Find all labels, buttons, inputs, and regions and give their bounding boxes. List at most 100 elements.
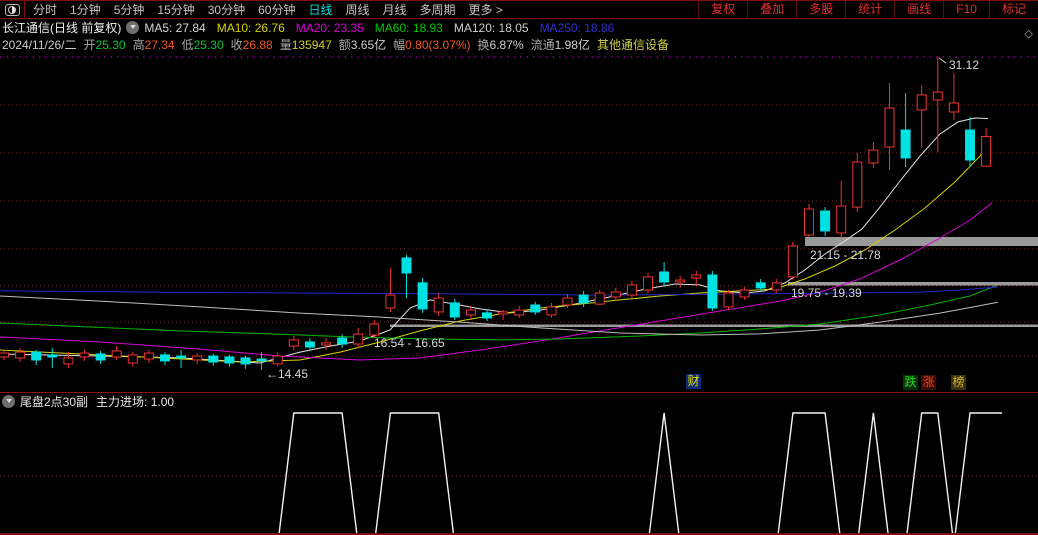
tab-0[interactable]: 分时 [33, 1, 57, 18]
candle-body[interactable] [273, 356, 282, 364]
candle-body[interactable] [692, 275, 701, 278]
candle-body[interactable] [756, 283, 765, 288]
candle-body[interactable] [853, 162, 862, 207]
quote-value: 6.87% [490, 38, 524, 52]
candle-body[interactable] [32, 352, 41, 360]
menu-item-4[interactable]: 画线 [894, 1, 943, 18]
candle-body[interactable] [531, 305, 540, 312]
candle-body[interactable] [563, 298, 572, 305]
candlestick-chart[interactable]: 21.15 - 21.7819.75 - 19.3916.54 - 16.653… [0, 55, 1038, 393]
candle-body[interactable] [676, 280, 685, 282]
indicator-subpanel[interactable]: 尾盘2点30副主力进场: 1.00 [0, 393, 1038, 535]
candle-body[interactable] [338, 338, 347, 344]
tab-4[interactable]: 30分钟 [208, 1, 245, 18]
tab-10[interactable]: 更多 > [469, 1, 503, 18]
quote-value: 2024/11/26/二 [2, 38, 77, 52]
candle-body[interactable] [128, 355, 137, 363]
candle-body[interactable] [48, 355, 57, 357]
collapse-chevron-icon[interactable] [126, 21, 139, 34]
candle-body[interactable] [869, 150, 878, 163]
quote-item-10: 其他通信设备 [597, 38, 669, 52]
quote-label: 流通 [531, 38, 555, 52]
candle-body[interactable] [885, 108, 894, 147]
finance-badge[interactable]: 财 [686, 374, 701, 389]
gap-label: 21.15 - 21.78 [810, 248, 881, 262]
tab-6[interactable]: 日线 [308, 1, 332, 18]
candle-body[interactable] [161, 355, 170, 361]
tab-9[interactable]: 多周期 [420, 1, 456, 18]
tab-7[interactable]: 周线 [345, 1, 369, 18]
candle-body[interactable] [322, 343, 331, 345]
candle-body[interactable] [418, 283, 427, 309]
candle-body[interactable] [193, 356, 202, 360]
candle-body[interactable] [515, 310, 524, 315]
candle-body[interactable] [112, 351, 121, 357]
ranking-button[interactable]: 榜 [951, 375, 966, 390]
candle-body[interactable] [144, 353, 153, 359]
tab-5[interactable]: 60分钟 [258, 1, 295, 18]
candle-body[interactable] [305, 342, 314, 347]
fallers-button[interactable]: 跌 [903, 375, 918, 390]
candle-body[interactable] [837, 206, 846, 233]
candle-body[interactable] [64, 358, 73, 364]
menu-item-3[interactable]: 统计 [845, 1, 894, 18]
candle-body[interactable] [0, 353, 9, 357]
candle-body[interactable] [724, 293, 733, 307]
candle-body[interactable] [966, 130, 975, 160]
menu-item-6[interactable]: 标记 [989, 1, 1038, 18]
panel-toggle[interactable] [0, 1, 25, 18]
candle-body[interactable] [917, 95, 926, 110]
candle-body[interactable] [595, 293, 604, 304]
collapse-chevron-icon[interactable] [2, 395, 15, 408]
menu-item-5[interactable]: F10 [943, 1, 989, 18]
candle-body[interactable] [402, 258, 411, 273]
tab-8[interactable]: 月线 [383, 1, 407, 18]
candle-body[interactable] [241, 358, 250, 364]
candle-body[interactable] [660, 272, 669, 282]
gainers-button[interactable]: 涨 [921, 375, 936, 390]
candle-body[interactable] [805, 209, 814, 235]
candle-body[interactable] [386, 295, 395, 308]
tab-3[interactable]: 15分钟 [157, 1, 194, 18]
candle-body[interactable] [96, 354, 105, 360]
tab-2[interactable]: 5分钟 [114, 1, 145, 18]
candle-body[interactable] [901, 130, 910, 158]
candle-body[interactable] [740, 290, 749, 297]
quote-label: 高 [133, 38, 145, 52]
candle-body[interactable] [611, 292, 620, 297]
candle-body[interactable] [483, 313, 492, 318]
candle-body[interactable] [209, 356, 218, 362]
candle-body[interactable] [354, 334, 363, 344]
chart-canvas[interactable]: 21.15 - 21.7819.75 - 19.3916.54 - 16.653… [0, 55, 1038, 392]
candle-body[interactable] [708, 275, 717, 308]
candle-body[interactable] [289, 340, 298, 346]
candle-body[interactable] [949, 103, 958, 112]
menu-item-0[interactable]: 复权 [698, 1, 747, 18]
candle-body[interactable] [434, 298, 443, 312]
candle-body[interactable] [370, 324, 379, 335]
tab-1[interactable]: 1分钟 [70, 1, 101, 18]
candle-body[interactable] [499, 312, 508, 314]
candle-body[interactable] [177, 356, 186, 358]
quote-item-2: 高27.34 [133, 38, 175, 52]
menu-item-1[interactable]: 叠加 [747, 1, 796, 18]
signal-canvas[interactable] [0, 393, 1038, 533]
candle-body[interactable] [982, 137, 991, 167]
candle-body[interactable] [466, 310, 475, 315]
candle-body[interactable] [821, 211, 830, 231]
quote-item-9: 流通1.98亿 [531, 38, 590, 52]
candle-body[interactable] [80, 353, 89, 357]
candle-body[interactable] [772, 283, 781, 290]
candle-body[interactable] [16, 352, 25, 358]
candle-body[interactable] [788, 246, 797, 277]
candle-body[interactable] [644, 277, 653, 290]
candle-body[interactable] [933, 92, 942, 100]
candle-body[interactable] [450, 303, 459, 317]
quote-label: 开 [84, 38, 96, 52]
menu-item-2[interactable]: 多股 [796, 1, 845, 18]
candle-body[interactable] [627, 285, 636, 295]
candle-body[interactable] [547, 307, 556, 315]
candle-body[interactable] [225, 357, 234, 363]
candle-body[interactable] [579, 295, 588, 303]
candle-body[interactable] [257, 359, 266, 361]
